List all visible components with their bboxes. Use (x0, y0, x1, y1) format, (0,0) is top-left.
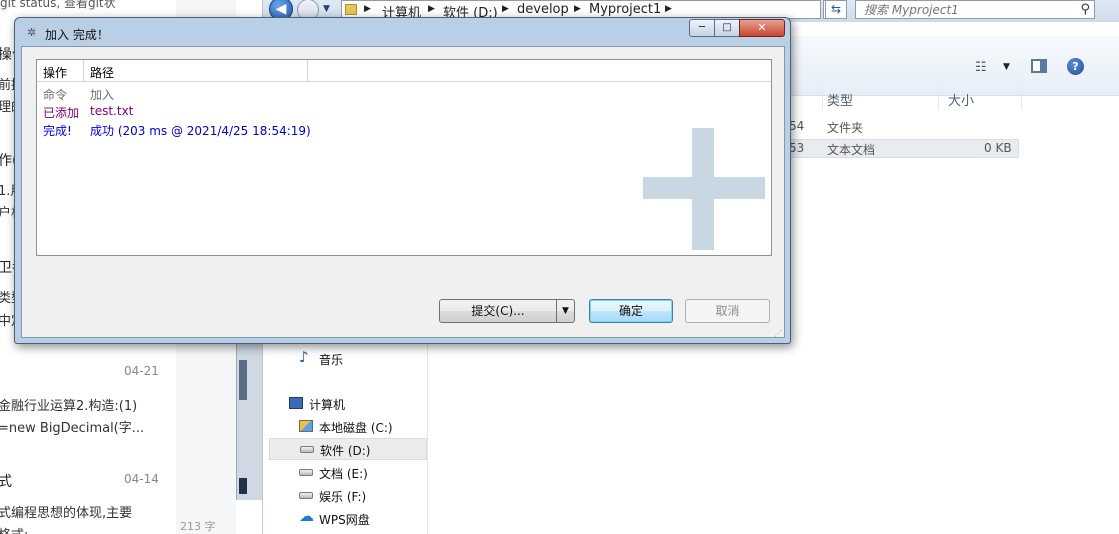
blog-top-fragment: git status, 查看git状 (0, 0, 116, 10)
file-type: 文本文档 (827, 143, 876, 157)
maximize-button[interactable]: □ (714, 19, 740, 37)
cloud-icon: ☁ (299, 507, 314, 525)
column-headers: 类型 大小 (803, 84, 1023, 110)
nav-item-computer[interactable]: 计算机 (289, 393, 419, 415)
blog-item-title[interactable]: 金融行业运算2.构造:(1) (0, 395, 137, 414)
drive-icon (299, 469, 313, 476)
ok-button[interactable]: 确定 (589, 299, 673, 323)
blog-item-excerpt: 格式: (0, 524, 28, 534)
background-window-strip (236, 340, 262, 500)
row-action: 完成! (43, 124, 72, 138)
tortoisegit-icon: ✲ (27, 26, 37, 39)
file-row[interactable]: 53 文本文档 0 KB (773, 139, 1019, 158)
column-divider[interactable] (938, 84, 939, 110)
nav-item-label: 娱乐 (F:) (319, 490, 367, 504)
dialog-client-area: 操作 路径 命令 加入 已添加 test.txt 完成! 成功 (203 ms … (21, 46, 785, 338)
nav-item-wps[interactable]: ☁ WPS网盘 (299, 507, 423, 530)
dialog-title-bar[interactable]: ✲ 加入 完成！ ─ □ ✕ (21, 18, 785, 46)
blog-item-date: 04-21 (124, 364, 159, 378)
strip-block (239, 360, 247, 400)
help-icon[interactable]: ? (1067, 58, 1084, 75)
resize-grip-icon[interactable]: ⋰ (774, 329, 782, 338)
refresh-icon[interactable]: ⇆ (825, 0, 847, 19)
preview-pane-icon[interactable] (1031, 59, 1047, 73)
row-path: 成功 (203 ms @ 2021/4/25 18:54:19) (90, 124, 311, 138)
blog-item-date: 04-14 (124, 472, 159, 486)
commit-button[interactable]: 提交(C)... ▼ (439, 299, 575, 323)
result-list[interactable]: 操作 路径 命令 加入 已添加 test.txt 完成! 成功 (203 ms … (36, 59, 772, 256)
chevron-right-icon[interactable]: ▶ (665, 4, 672, 14)
view-dropdown-icon[interactable]: ▼ (1003, 62, 1010, 72)
file-row[interactable]: 54 文件夹 (773, 118, 1019, 137)
blog-item-excerpt: =new BigDecimal(字... (0, 421, 145, 436)
history-dropdown-icon[interactable]: ▼ (323, 4, 330, 14)
add-plus-watermark-icon (643, 128, 765, 250)
word-count: 213 字 (180, 520, 216, 533)
system-drive-icon (299, 420, 313, 432)
list-header: 操作 路径 (37, 60, 771, 82)
breadcrumb-develop[interactable]: develop (517, 2, 569, 17)
add-finished-dialog: ✲ 加入 完成！ ─ □ ✕ 操作 路径 命令 加入 已添加 test.txt … (14, 17, 791, 344)
column-divider[interactable] (1021, 84, 1022, 110)
minimize-button[interactable]: ─ (689, 19, 715, 37)
navigation-pane: ♪ 音乐 计算机 本地磁盘 (C:) 软件 (D:) 文档 (E:) 娱乐 (F… (263, 340, 428, 534)
chevron-right-icon[interactable]: ▶ (364, 4, 371, 14)
nav-item-label: 计算机 (309, 398, 346, 412)
file-date-fragment: 53 (789, 141, 805, 155)
chevron-right-icon[interactable]: ▶ (502, 4, 509, 14)
search-icon[interactable]: ⚲ (1080, 2, 1090, 17)
file-type: 文件夹 (827, 121, 864, 135)
column-divider[interactable] (822, 84, 823, 110)
close-button[interactable]: ✕ (739, 19, 785, 37)
dialog-title: 加入 完成！ (45, 28, 109, 42)
column-divider[interactable] (83, 60, 84, 82)
music-note-icon: ♪ (299, 348, 309, 366)
nav-item-drive-d[interactable]: 软件 (D:) (269, 438, 427, 460)
row-path: 加入 (90, 88, 115, 102)
strip-block (239, 478, 247, 494)
column-divider[interactable] (307, 60, 308, 82)
list-row[interactable]: 命令 加入 (37, 84, 771, 102)
drive-icon (299, 492, 313, 499)
nav-item-drive-c[interactable]: 本地磁盘 (C:) (299, 416, 423, 438)
list-row[interactable]: 已添加 test.txt (37, 102, 771, 120)
nav-item-label: WPS网盘 (319, 513, 370, 527)
search-box[interactable]: ⚲ (855, 0, 1095, 19)
breadcrumb-myproject1[interactable]: Myproject1 (589, 2, 661, 17)
view-options-icon[interactable]: ☷ (975, 60, 987, 75)
column-header-path[interactable]: 路径 (90, 64, 114, 81)
row-action: 已添加 (43, 106, 80, 120)
column-header-size[interactable]: 大小 (948, 90, 974, 109)
drive-icon (300, 446, 314, 453)
cancel-button[interactable]: 取消 (685, 299, 770, 323)
file-date-fragment: 54 (789, 119, 805, 133)
nav-item-music[interactable]: ♪ 音乐 (299, 348, 419, 370)
row-path: test.txt (90, 104, 134, 118)
computer-icon (289, 397, 303, 409)
nav-item-label: 文档 (E:) (319, 467, 368, 481)
chevron-right-icon[interactable]: ▶ (574, 4, 581, 14)
column-header-action[interactable]: 操作 (43, 64, 67, 81)
nav-item-label: 音乐 (319, 353, 344, 367)
nav-item-label: 软件 (D:) (320, 444, 371, 458)
commit-button-label: 提交(C)... (471, 304, 525, 318)
row-action: 命令 (43, 88, 68, 102)
nav-item-drive-f[interactable]: 娱乐 (F:) (299, 485, 423, 507)
file-size: 0 KB (984, 141, 1012, 155)
commit-dropdown-icon[interactable]: ▼ (556, 300, 574, 322)
search-input[interactable] (856, 1, 1066, 18)
nav-item-drive-e[interactable]: 文档 (E:) (299, 462, 423, 484)
blog-item-excerpt: 式编程思想的体现,主要 (0, 506, 133, 521)
blog-item-title[interactable]: 式 (0, 471, 12, 491)
column-header-type[interactable]: 类型 (827, 90, 853, 109)
chevron-right-icon[interactable]: ▶ (428, 4, 435, 14)
nav-item-label: 本地磁盘 (C:) (319, 421, 393, 435)
folder-icon (345, 4, 357, 15)
